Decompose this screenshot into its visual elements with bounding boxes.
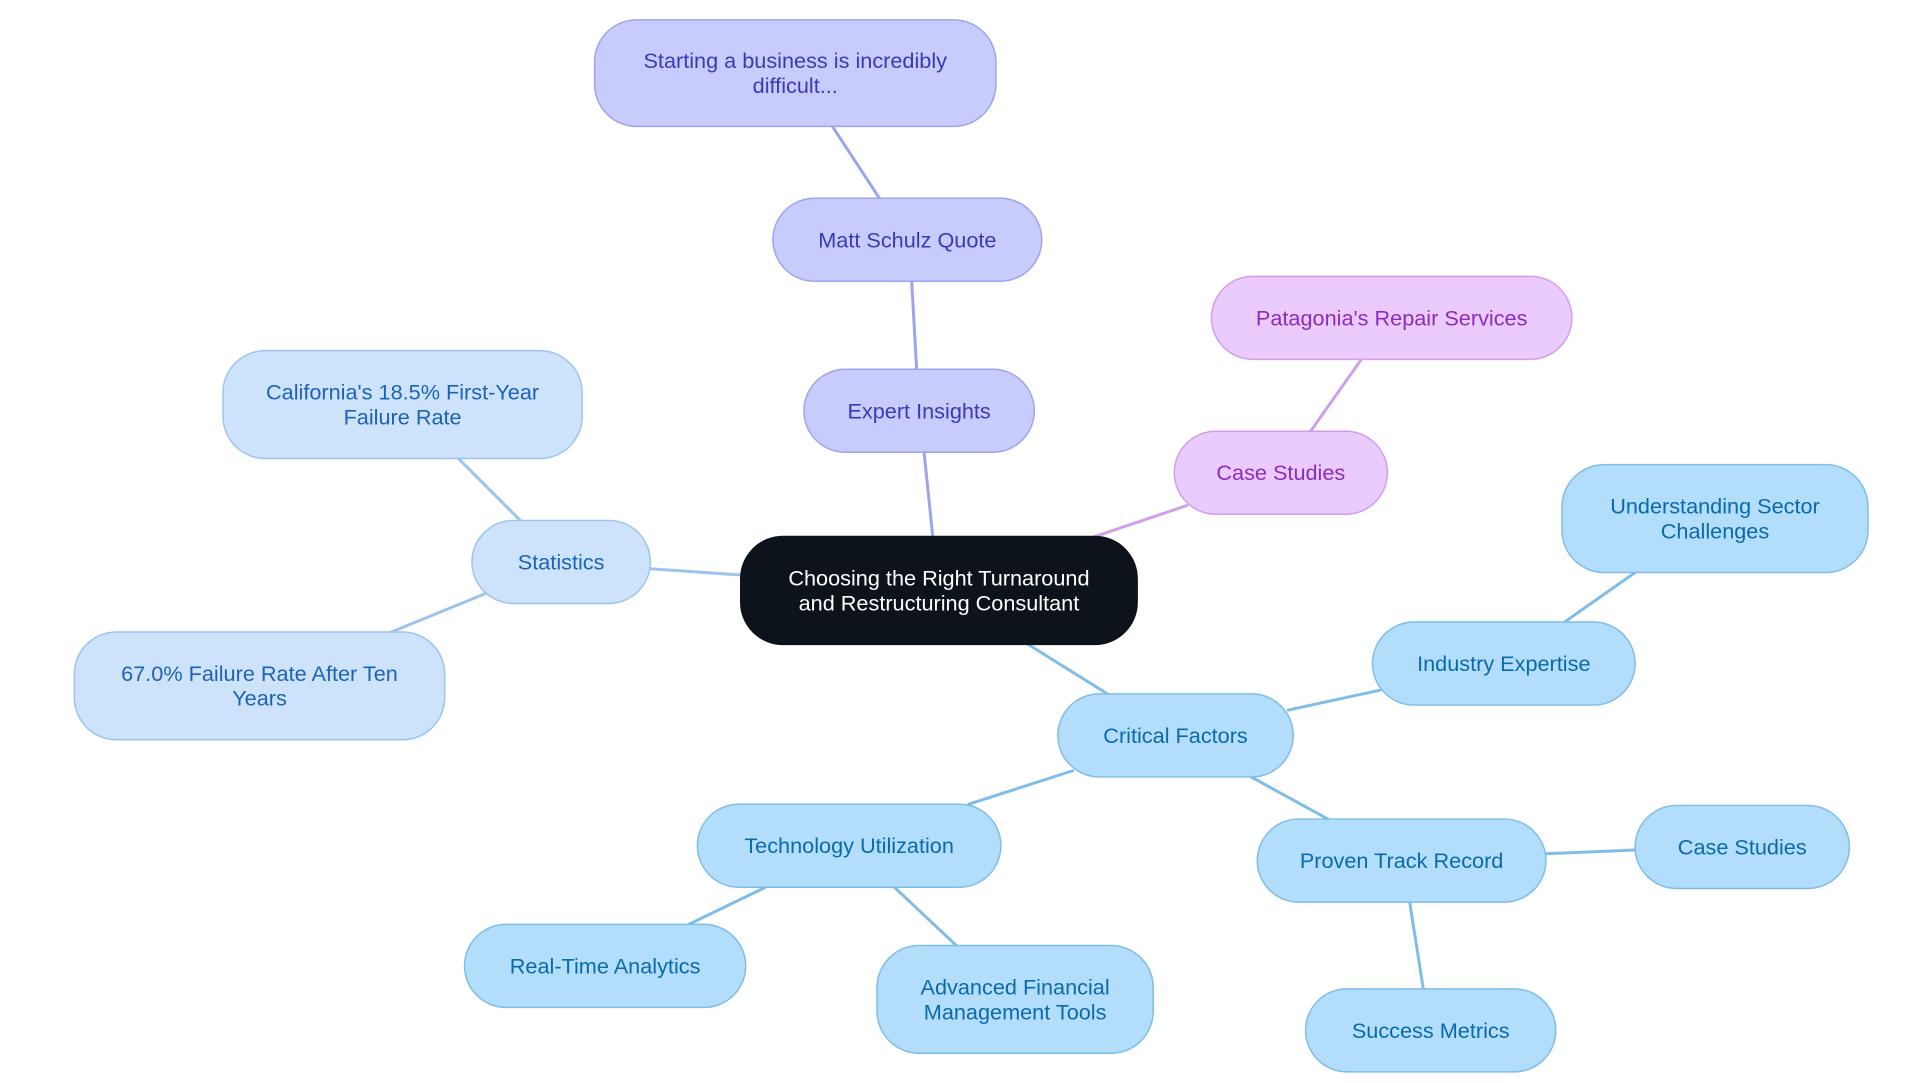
node-cases[interactable]: Case Studies xyxy=(1173,430,1389,515)
edge-cases-patagonia xyxy=(1309,357,1363,433)
node-label: and Restructuring Consultant xyxy=(799,590,1080,615)
node-label: California's 18.5% First-Year xyxy=(266,380,539,405)
node-success[interactable]: Success Metrics xyxy=(1304,988,1557,1073)
node-critical[interactable]: Critical Factors xyxy=(1057,693,1294,778)
node-label: Statistics xyxy=(518,549,605,574)
node-label: Expert Insights xyxy=(847,398,990,423)
node-tech[interactable]: Technology Utilization xyxy=(696,803,1002,888)
edge-statistics-california xyxy=(456,456,522,522)
node-california[interactable]: California's 18.5% First-YearFailure Rat… xyxy=(222,349,583,460)
node-proven[interactable]: Proven Track Record xyxy=(1256,818,1547,903)
edge-root-critical xyxy=(1026,642,1109,696)
node-label: Advanced Financial xyxy=(921,974,1110,999)
edge-statistics-failure67 xyxy=(389,592,488,634)
node-label: Failure Rate xyxy=(344,404,462,429)
node-advanced[interactable]: Advanced FinancialManagement Tools xyxy=(876,944,1154,1055)
edge-critical-proven xyxy=(1249,775,1330,821)
edge-proven-cases2 xyxy=(1544,848,1637,856)
node-label: 67.0% Failure Rate After Ten xyxy=(121,661,398,686)
edge-schulz-quote xyxy=(830,124,881,200)
node-quote[interactable]: Starting a business is incrediblydifficu… xyxy=(593,19,997,128)
edge-root-cases xyxy=(1093,504,1189,539)
edge-proven-success xyxy=(1408,900,1425,991)
node-cases2[interactable]: Case Studies xyxy=(1634,804,1851,890)
node-label: difficult... xyxy=(753,73,838,98)
node-label: Understanding Sector xyxy=(1610,494,1820,519)
node-label: Patagonia's Repair Services xyxy=(1256,305,1528,330)
mindmap-canvas: Choosing the Right Turnaroundand Restruc… xyxy=(73,19,1869,1073)
nodes-layer: Choosing the Right Turnaroundand Restruc… xyxy=(73,19,1869,1073)
node-label: Industry Expertise xyxy=(1417,651,1590,676)
node-label: Starting a business is incredibly xyxy=(643,48,947,73)
edge-expert-schulz xyxy=(910,279,919,371)
node-label: Critical Factors xyxy=(1103,723,1248,748)
node-failure67[interactable]: 67.0% Failure Rate After TenYears xyxy=(73,631,446,741)
node-label: Choosing the Right Turnaround xyxy=(788,566,1089,591)
node-label: Success Metrics xyxy=(1352,1018,1510,1043)
edge-root-statistics xyxy=(648,567,743,577)
node-label: Case Studies xyxy=(1678,834,1807,859)
node-label: Matt Schulz Quote xyxy=(818,227,996,252)
node-label: Technology Utilization xyxy=(744,833,954,858)
node-label: Challenges xyxy=(1661,518,1770,543)
edge-root-expert xyxy=(922,450,935,539)
node-label: Proven Track Record xyxy=(1300,848,1504,873)
node-label: Management Tools xyxy=(924,999,1107,1024)
node-patagonia[interactable]: Patagonia's Repair Services xyxy=(1210,275,1573,361)
node-label: Case Studies xyxy=(1216,460,1345,485)
node-statistics[interactable]: Statistics xyxy=(471,519,652,605)
edge-critical-industry xyxy=(1286,688,1382,712)
node-label: Real-Time Analytics xyxy=(510,953,701,978)
node-industry[interactable]: Industry Expertise xyxy=(1371,621,1636,706)
edge-tech-realtime xyxy=(687,885,768,926)
node-sector[interactable]: Understanding SectorChallenges xyxy=(1561,463,1869,574)
edge-industry-sector xyxy=(1563,570,1637,624)
node-schulz[interactable]: Matt Schulz Quote xyxy=(772,197,1043,283)
node-label: Years xyxy=(232,686,287,711)
root-node[interactable]: Choosing the Right Turnaroundand Restruc… xyxy=(740,535,1138,646)
edge-critical-tech xyxy=(967,769,1075,806)
node-expert[interactable]: Expert Insights xyxy=(803,368,1036,454)
node-realtime[interactable]: Real-Time Analytics xyxy=(463,923,747,1009)
edge-tech-advanced xyxy=(892,885,958,947)
